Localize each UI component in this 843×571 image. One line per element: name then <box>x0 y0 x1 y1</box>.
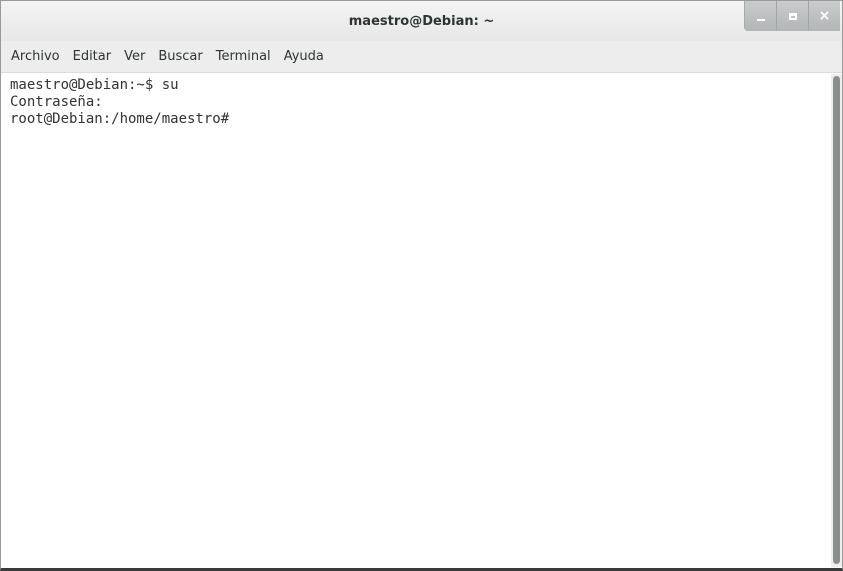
menu-buscar[interactable]: Buscar <box>158 49 202 65</box>
menu-editar[interactable]: Editar <box>73 49 112 65</box>
menu-terminal[interactable]: Terminal <box>216 49 271 65</box>
menu-bar: Archivo Editar Ver Buscar Terminal Ayuda <box>1 41 842 73</box>
terminal-output[interactable]: maestro@Debian:~$ su Contraseña: root@De… <box>1 74 831 567</box>
menu-ver[interactable]: Ver <box>124 49 145 65</box>
terminal-line: maestro@Debian:~$ su <box>10 77 179 93</box>
menu-archivo[interactable]: Archivo <box>11 49 60 65</box>
minimize-button[interactable] <box>744 1 776 31</box>
terminal-line: root@Debian:/home/maestro# <box>10 111 230 127</box>
terminal-window: maestro@Debian: ~ × Archivo Editar Ver B… <box>0 0 843 571</box>
window-controls: × <box>744 1 842 31</box>
close-button[interactable]: × <box>808 1 840 31</box>
menu-ayuda[interactable]: Ayuda <box>284 49 324 65</box>
terminal-line: Contraseña: <box>10 94 103 110</box>
minimize-icon <box>756 19 765 21</box>
maximize-button[interactable] <box>776 1 808 31</box>
title-bar[interactable]: maestro@Debian: ~ × <box>1 1 842 41</box>
window-title: maestro@Debian: ~ <box>348 14 495 29</box>
maximize-icon <box>788 12 797 20</box>
close-icon: × <box>818 8 831 24</box>
scrollbar-thumb[interactable] <box>833 76 840 564</box>
vertical-scrollbar[interactable] <box>831 74 842 567</box>
